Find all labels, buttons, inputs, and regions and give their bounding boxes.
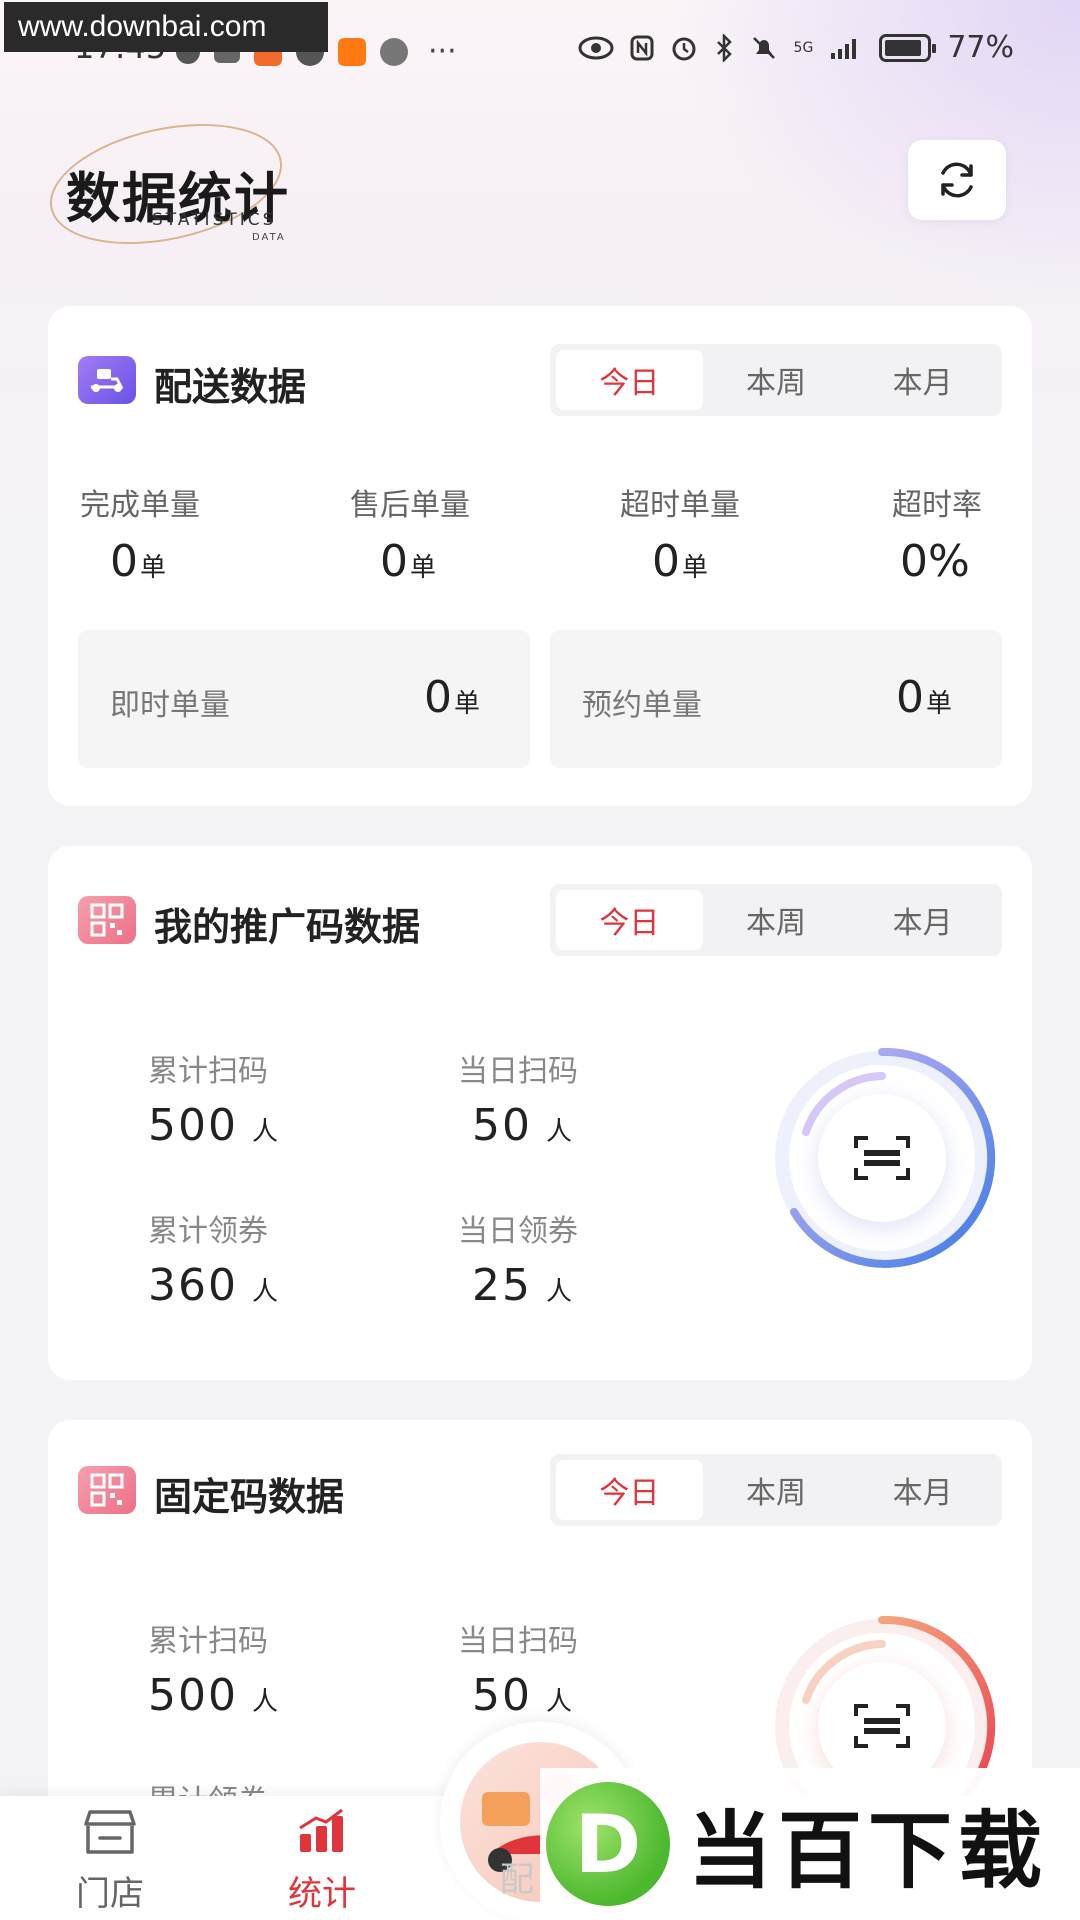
tab-today[interactable]: 今日 — [556, 350, 703, 410]
watermark-logo-box: D 当百下载 — [540, 1768, 1080, 1920]
reserved-orders-box: 预约单量 0单 — [550, 630, 1002, 768]
total-scans-value: 500 人 — [148, 1100, 280, 1151]
page-subtitle-small: DATA — [252, 232, 286, 243]
nav-stats[interactable]: 统计 — [252, 1808, 392, 1915]
total-scans-value: 500 人 — [148, 1670, 280, 1721]
completed-orders-label: 完成单量 — [80, 488, 200, 523]
daily-coupons-value: 25 人 — [472, 1260, 575, 1311]
watermark-url: www.downbai.com — [4, 2, 328, 52]
nav-stats-label: 统计 — [288, 1874, 356, 1914]
bluetooth-icon — [716, 33, 732, 62]
more-icon: ··· — [428, 34, 457, 69]
promo-scan-button[interactable] — [766, 1042, 1006, 1282]
watermark-text: 当百下载 — [688, 1801, 1049, 1900]
promo-code-title: 我的推广码数据 — [154, 905, 421, 949]
timeout-orders-label: 超时单量 — [620, 488, 740, 523]
tab-month[interactable]: 本月 — [849, 1460, 996, 1520]
aftersale-orders-value: 0单 — [380, 536, 437, 587]
timeout-orders-value: 0单 — [652, 536, 709, 587]
promo-period-tabs: 今日 本周 本月 — [550, 884, 1002, 956]
total-scans-label: 累计扫码 — [148, 1054, 268, 1089]
delivery-title: 配送数据 — [154, 365, 307, 409]
promo-code-card: 我的推广码数据 今日 本周 本月 累计扫码 500 人 当日扫码 50 人 累计领券… — [48, 846, 1032, 1380]
watermark-logo: D — [546, 1782, 670, 1906]
daily-scans-value: 50 人 — [472, 1100, 575, 1151]
daily-coupons-label: 当日领券 — [458, 1214, 578, 1249]
timeout-rate-label: 超时率 — [892, 488, 982, 523]
reserved-orders-value: 0单 — [895, 672, 952, 723]
page-subtitle: STATISTICS — [152, 210, 277, 230]
nav-store-label: 门店 — [76, 1874, 144, 1914]
status-bar: 17:45 ··· 5G 77% www.downbai.com — [0, 0, 1080, 96]
timeout-rate-value: 0% — [900, 536, 970, 587]
nfc-icon — [630, 35, 654, 60]
system-icons: 5G 77% — [578, 30, 1014, 65]
total-scans-label: 累计扫码 — [148, 1624, 268, 1659]
scooter-icon — [78, 356, 136, 404]
tab-week[interactable]: 本周 — [703, 1460, 850, 1520]
instant-orders-box: 即时单量 0单 — [78, 630, 530, 768]
tab-week[interactable]: 本周 — [703, 890, 850, 950]
bar-chart-icon — [299, 1808, 343, 1852]
daily-scans-label: 当日扫码 — [458, 1624, 578, 1659]
taobao-icon — [338, 37, 366, 66]
daily-scans-value: 50 人 — [472, 1670, 575, 1721]
tab-month[interactable]: 本月 — [849, 350, 996, 410]
battery-icon — [879, 33, 937, 62]
eye-icon — [578, 36, 614, 59]
fixed-period-tabs: 今日 本周 本月 — [550, 1454, 1002, 1526]
tab-month[interactable]: 本月 — [849, 890, 996, 950]
total-coupons-value: 360 人 — [148, 1260, 280, 1311]
completed-orders-value: 0单 — [110, 536, 167, 587]
aftersale-orders-label: 售后单量 — [350, 488, 470, 523]
audio-icon — [380, 37, 408, 66]
qr-code-icon — [78, 896, 136, 944]
fixed-code-title: 固定码数据 — [154, 1475, 345, 1519]
tab-today[interactable]: 今日 — [556, 1460, 703, 1520]
nav-store[interactable]: 门店 — [40, 1808, 180, 1915]
battery-level: 77% — [947, 30, 1014, 65]
refresh-icon — [941, 162, 973, 198]
nav-delivery-label: 配 — [500, 1860, 534, 1900]
mute-icon — [752, 36, 775, 59]
signal-icon — [831, 38, 857, 59]
delivery-card: 配送数据 今日 本周 本月 完成单量 0单 售后单量 0单 超时单量 0单 超时… — [48, 306, 1032, 806]
daily-scans-label: 当日扫码 — [458, 1054, 578, 1089]
instant-orders-label: 即时单量 — [110, 688, 230, 723]
store-icon — [84, 1810, 136, 1854]
scan-icon — [854, 1136, 910, 1180]
qr-code-icon — [78, 1466, 136, 1514]
scan-icon — [854, 1704, 910, 1748]
refresh-button[interactable] — [908, 140, 1006, 220]
delivery-period-tabs: 今日 本周 本月 — [550, 344, 1002, 416]
tab-today[interactable]: 今日 — [556, 890, 703, 950]
total-coupons-label: 累计领券 — [148, 1214, 268, 1249]
reserved-orders-label: 预约单量 — [582, 688, 702, 723]
scan-center — [818, 1094, 946, 1222]
network-type: 5G — [793, 39, 814, 56]
tab-week[interactable]: 本周 — [703, 350, 850, 410]
instant-orders-value: 0单 — [423, 672, 480, 723]
alarm-icon — [672, 37, 696, 60]
